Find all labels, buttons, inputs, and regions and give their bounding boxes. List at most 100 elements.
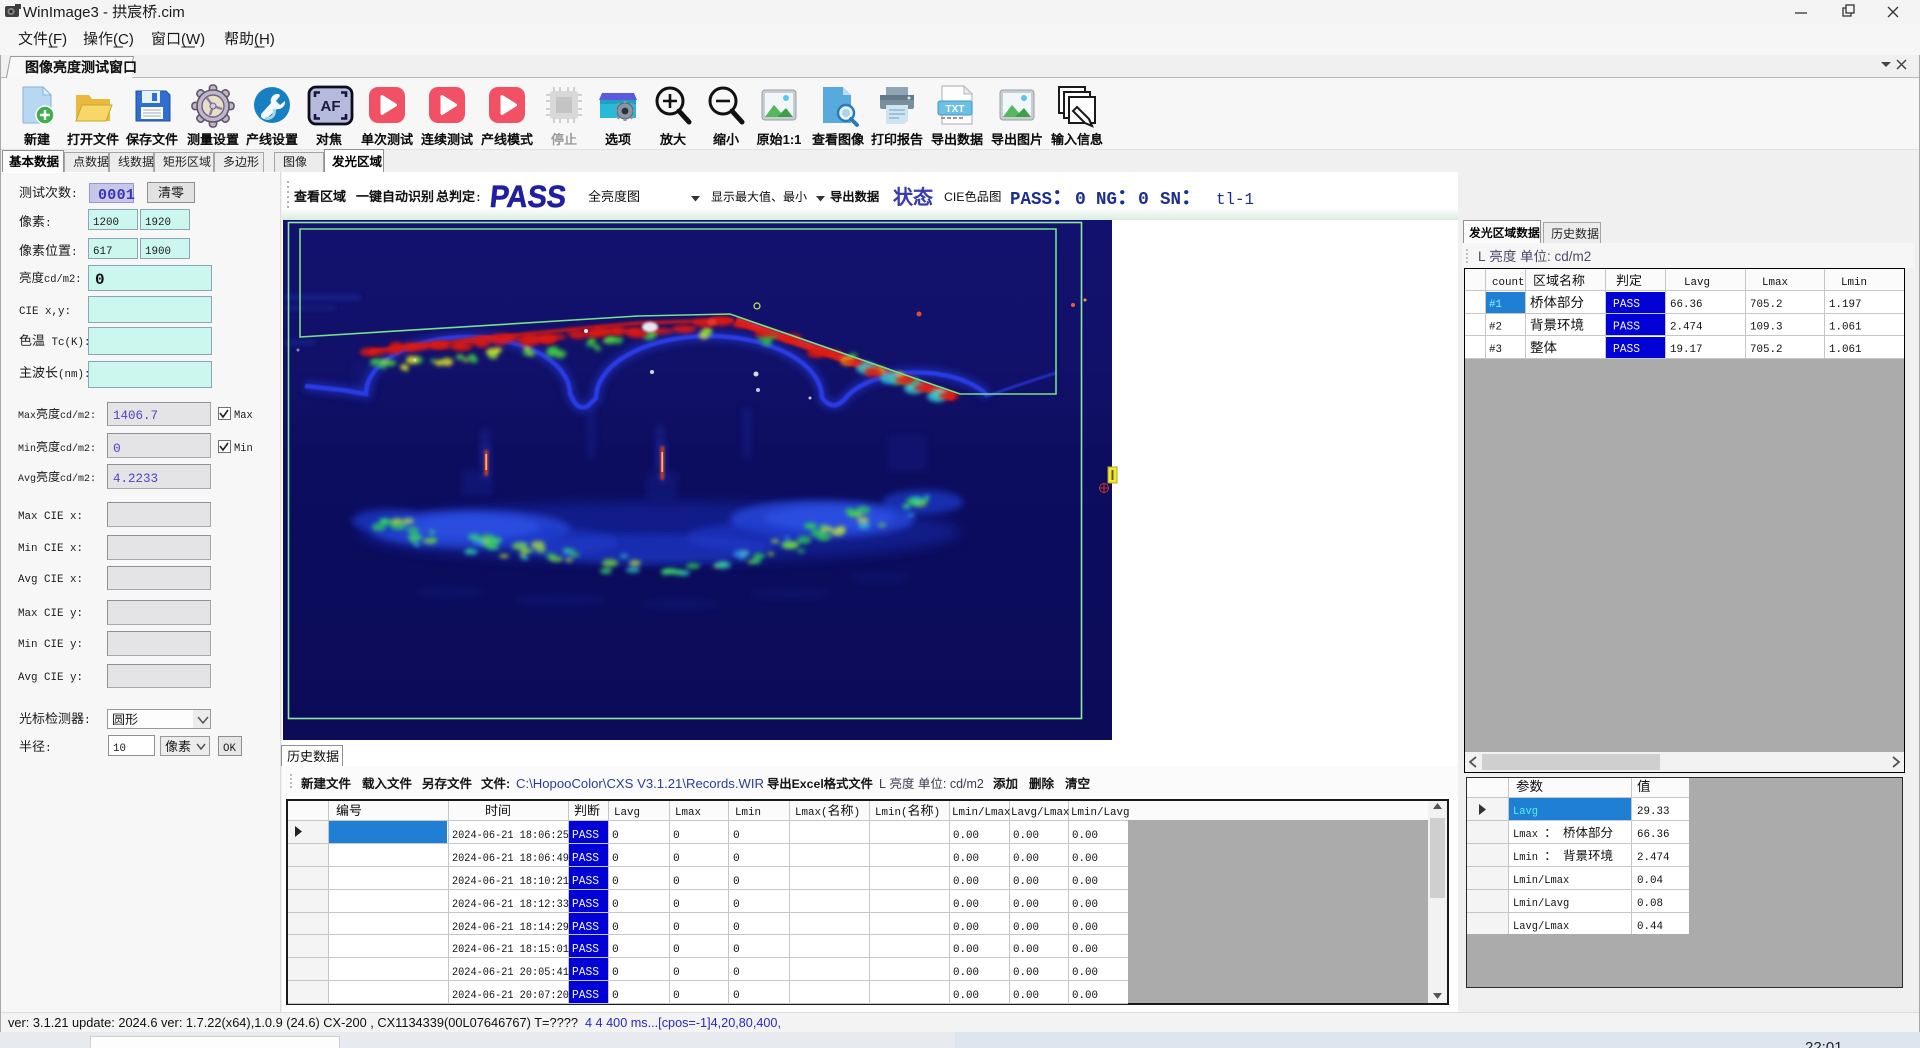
svg-text:0: 0	[733, 944, 740, 956]
svg-text:#3: #3	[1489, 344, 1502, 356]
svg-text:0: 0	[673, 830, 680, 842]
svg-text:Avg CIE x:: Avg CIE x:	[18, 574, 83, 586]
svg-text:Lavg/Lmax: Lavg/Lmax	[1513, 921, 1569, 933]
svg-text:0.00: 0.00	[1013, 899, 1039, 911]
svg-text:PASS: PASS	[572, 966, 599, 979]
svg-text:2024-06-21 20:05:41: 2024-06-21 20:05:41	[452, 967, 569, 979]
svg-text:109.3: 109.3	[1750, 322, 1783, 334]
svg-text::: :	[71, 247, 78, 259]
svg-text:0: 0	[612, 830, 619, 842]
svg-text:PASS: PASS	[572, 898, 599, 911]
svg-text:cd/m2:: cd/m2:	[60, 473, 96, 485]
svg-text:: cd/m2: : cd/m2	[1547, 249, 1591, 264]
svg-text:0.00: 0.00	[1013, 967, 1039, 979]
svg-text:0.00: 0.00	[1072, 830, 1098, 842]
svg-text::: :	[45, 218, 52, 230]
svg-text:PASS: PASS	[1613, 343, 1640, 356]
svg-text:0: 0	[673, 944, 680, 956]
svg-text:Lmax: Lmax	[1762, 277, 1788, 289]
svg-text:0.00: 0.00	[1072, 967, 1098, 979]
svg-text:AF: AF	[321, 98, 341, 115]
svg-text:#1: #1	[1489, 299, 1502, 311]
svg-text:19.17: 19.17	[1670, 344, 1703, 356]
svg-text:0: 0	[673, 876, 680, 888]
svg-text:Max: Max	[18, 410, 36, 422]
svg-text:2.474: 2.474	[1670, 322, 1703, 334]
svg-text:Lmin: Lmin	[735, 807, 761, 819]
svg-text:PASS: PASS	[1613, 321, 1640, 334]
svg-text:cd/m2:: cd/m2:	[60, 410, 96, 422]
svg-text:0.00: 0.00	[953, 899, 979, 911]
svg-text:PASS: PASS	[572, 829, 599, 842]
svg-text:OK: OK	[223, 743, 236, 755]
svg-text:0: 0	[733, 922, 740, 934]
svg-text:0.00: 0.00	[953, 876, 979, 888]
svg-text:PASS: PASS	[572, 943, 599, 956]
svg-text:PASS: PASS	[488, 179, 568, 214]
svg-text:4 4 400 ms...[cpos=-1]4,20,80,: 4 4 400 ms...[cpos=-1]4,20,80,400,	[585, 1015, 781, 1030]
svg-text:Lavg: Lavg	[614, 807, 640, 819]
svg-text:0.00: 0.00	[1013, 830, 1039, 842]
svg-text:SN: SN	[1160, 190, 1181, 210]
svg-text:cd/m2:: cd/m2:	[44, 274, 82, 286]
svg-text:10: 10	[113, 743, 126, 755]
svg-text:0.44: 0.44	[1637, 921, 1663, 933]
svg-text:PASS: PASS	[572, 989, 599, 1002]
svg-text:): )	[934, 807, 941, 819]
svg-text:0: 0	[733, 899, 740, 911]
svg-text:Lmax: Lmax	[1513, 829, 1544, 841]
svg-text:ver: 3.1.21 update: 2024.6 v: ver: 3.1.21 update: 2024.6 ver: 1.7.22(x…	[8, 1015, 578, 1030]
svg-text:CIE x,y:: CIE x,y:	[19, 306, 71, 318]
svg-text:Lmin/Lmax: Lmin/Lmax	[952, 807, 1011, 819]
svg-text:0: 0	[612, 967, 619, 979]
svg-text:(C): (C)	[113, 31, 134, 48]
svg-text:66.36: 66.36	[1670, 299, 1703, 311]
svg-text:0.00: 0.00	[953, 944, 979, 956]
svg-text:0: 0	[113, 441, 121, 456]
svg-text:Min: Min	[234, 443, 253, 455]
svg-text:WinImage3 -: WinImage3 -	[23, 4, 112, 21]
svg-text:Tc(K):: Tc(K):	[45, 337, 91, 349]
svg-text:0.00: 0.00	[1072, 899, 1098, 911]
svg-text:0: 0	[612, 899, 619, 911]
svg-text:Lmax: Lmax	[675, 807, 701, 819]
svg-text:Lmin/Lavg: Lmin/Lavg	[1513, 898, 1569, 910]
svg-text:PASS: PASS	[572, 921, 599, 934]
svg-text:705.2: 705.2	[1750, 344, 1783, 356]
svg-text:0.00: 0.00	[1013, 944, 1039, 956]
svg-text:2024-06-21 18:14:29: 2024-06-21 18:14:29	[452, 922, 569, 934]
svg-text:0: 0	[612, 922, 619, 934]
svg-text::: :	[475, 193, 482, 205]
svg-text:): )	[854, 807, 861, 819]
svg-text:PASS: PASS	[1613, 298, 1640, 311]
svg-text:2.474: 2.474	[1637, 852, 1670, 864]
svg-text:22:01: 22:01	[1805, 1039, 1843, 1048]
svg-text:0.00: 0.00	[1072, 922, 1098, 934]
svg-text:0: 0	[673, 967, 680, 979]
svg-text:L: L	[879, 777, 889, 791]
svg-text:CIE: CIE	[944, 190, 965, 204]
svg-text:(W): (W)	[181, 31, 205, 48]
svg-text::: :	[84, 715, 91, 727]
svg-text:0.00: 0.00	[1013, 922, 1039, 934]
svg-text:Lavg: Lavg	[1684, 277, 1710, 289]
svg-text:1.061: 1.061	[1829, 322, 1862, 334]
svg-text:0: 0	[733, 990, 740, 1002]
svg-text:0.00: 0.00	[953, 853, 979, 865]
svg-text:0: 0	[733, 967, 740, 979]
svg-text:Lavg/Lmax: Lavg/Lmax	[1011, 807, 1070, 819]
svg-text:0.00: 0.00	[1072, 944, 1098, 956]
svg-text:0.00: 0.00	[1072, 990, 1098, 1002]
svg-text:Lmin: Lmin	[1841, 277, 1867, 289]
svg-text:Min CIE x:: Min CIE x:	[18, 543, 83, 555]
svg-text:0: 0	[673, 922, 680, 934]
svg-text:0: 0	[612, 944, 619, 956]
svg-text:705.2: 705.2	[1750, 299, 1783, 311]
svg-text::: :	[45, 743, 52, 755]
svg-text:Lavg: Lavg	[1513, 806, 1538, 818]
svg-text:0: 0	[733, 876, 740, 888]
svg-text:Lmax(: Lmax(	[795, 807, 828, 819]
svg-text:Lmin(: Lmin(	[875, 807, 908, 819]
svg-text:PASS: PASS	[572, 852, 599, 865]
svg-text:Avg: Avg	[18, 473, 36, 485]
